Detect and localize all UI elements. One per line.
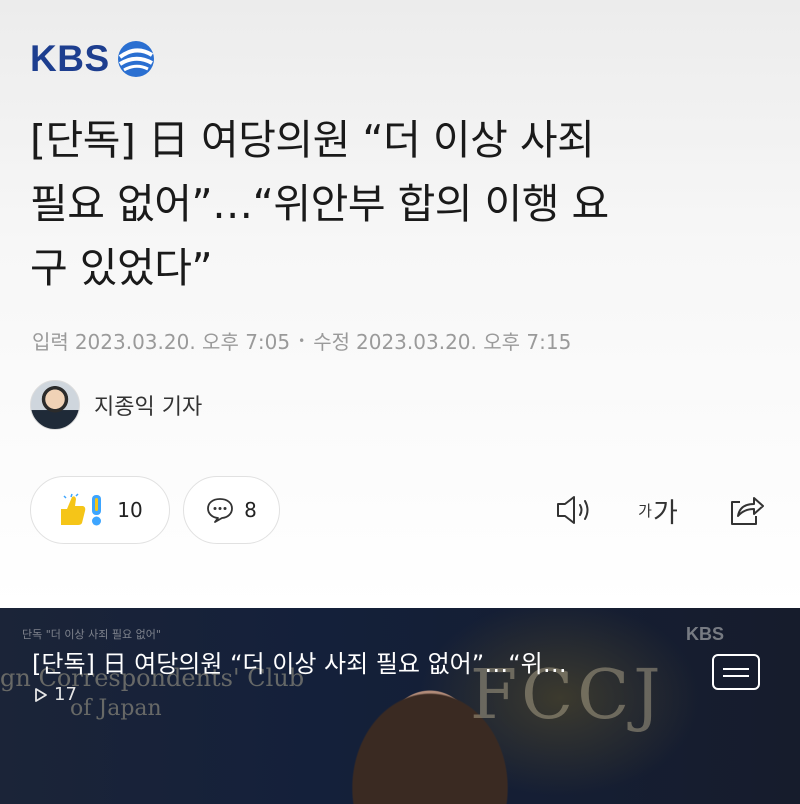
comment-button[interactable]: 8 xyxy=(183,476,280,544)
reaction-button[interactable]: 10 xyxy=(30,476,170,544)
speaker-icon xyxy=(557,496,589,524)
video-player[interactable]: gn Correspondents' Club of Japan FCCJ KB… xyxy=(0,608,800,804)
video-bg-text-japan: of Japan xyxy=(70,696,162,721)
article-title: [단독] 日 여당의원 “더 이상 사죄 필요 없어”…“위안부 합의 이행 요… xyxy=(30,108,770,300)
article-dates: 입력 2023.03.20. 오후 7:05 • 수정 2023.03.20. … xyxy=(32,326,571,355)
video-title[interactable]: [단독] 日 여당의원 “더 이상 사죄 필요 없어”…“위… xyxy=(32,644,672,679)
share-icon xyxy=(731,497,764,525)
thumbs-up-emoji-icon xyxy=(61,493,86,525)
video-view-count: 17 xyxy=(34,684,77,705)
list-menu-icon[interactable] xyxy=(712,654,760,690)
font-size-button[interactable]: 가 가 xyxy=(630,490,686,530)
author-name[interactable]: 지종익 기자 xyxy=(94,389,202,421)
like-count: 10 xyxy=(117,498,143,522)
kbs-logo-text: KBS xyxy=(30,38,110,79)
speech-bubble-icon xyxy=(207,498,234,523)
article-header: KBS [단독] 日 여당의원 “더 이상 사죄 필요 없어”…“위안부 합의 … xyxy=(0,0,800,608)
exclamation-emoji-icon xyxy=(92,495,102,526)
title-line-3: 구 있었다” xyxy=(30,244,213,292)
video-caption-tag: 단독 "더 이상 사죄 필요 없어" xyxy=(22,628,161,641)
kbs-swirl-icon xyxy=(117,41,154,77)
menu-line xyxy=(723,674,749,677)
text-to-speech-button[interactable] xyxy=(552,490,596,530)
view-count: 17 xyxy=(54,684,77,705)
title-line-2: 필요 없어”…“위안부 합의 이행 요 xyxy=(30,180,609,228)
modified-date: 2023.03.20. 오후 7:15 xyxy=(356,330,572,354)
published-date: 2023.03.20. 오후 7:05 xyxy=(74,330,291,354)
title-line-1: [단독] 日 여당의원 “더 이상 사죄 xyxy=(30,116,595,164)
author-info[interactable]: 지종익 기자 xyxy=(30,380,202,430)
play-icon xyxy=(35,687,47,702)
share-button[interactable] xyxy=(724,490,768,530)
font-size-small-glyph: 가 xyxy=(638,501,652,520)
date-separator-dot: • xyxy=(298,333,306,348)
video-watermark: KBS xyxy=(686,624,725,644)
comment-count: 8 xyxy=(244,498,257,522)
font-size-large-glyph: 가 xyxy=(652,497,678,529)
modified-label: 수정 xyxy=(313,330,350,354)
published-label: 입력 xyxy=(32,330,69,354)
menu-line xyxy=(723,667,749,670)
author-avatar[interactable] xyxy=(30,380,80,430)
kbs-logo[interactable]: KBS xyxy=(30,38,156,80)
